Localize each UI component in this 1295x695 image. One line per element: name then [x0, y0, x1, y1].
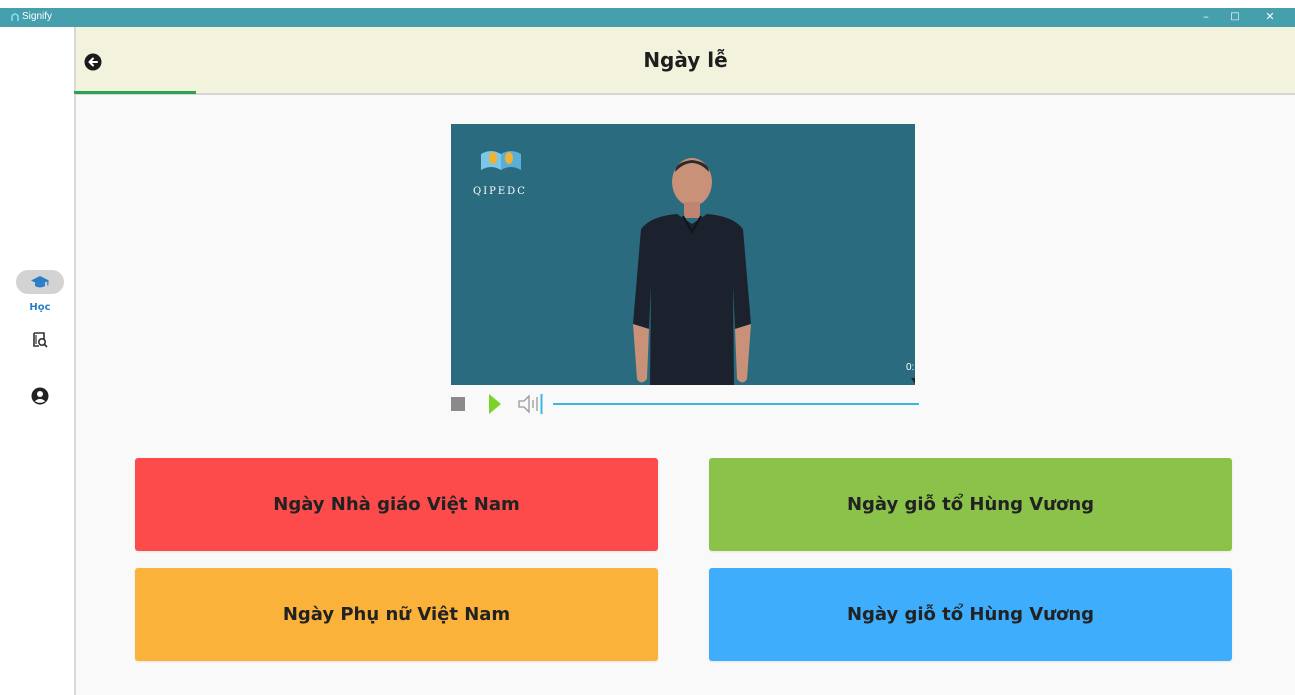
close-button[interactable]: ✕ [1263, 10, 1277, 24]
qipedc-logo [481, 151, 521, 170]
answer-button-4[interactable]: Ngày giỗ tổ Hùng Vương [709, 568, 1232, 661]
video-frame [481, 151, 915, 385]
answer-button-3[interactable]: Ngày Phụ nữ Việt Nam [135, 568, 658, 661]
book-search-icon [33, 332, 48, 348]
play-button[interactable] [488, 393, 502, 415]
lesson-progress-bar [74, 91, 196, 94]
sidebar-item-label: Học [29, 302, 51, 313]
answer-button-1[interactable]: Ngày Nhà giáo Việt Nam [135, 458, 658, 551]
volume-button[interactable] [518, 392, 546, 416]
play-icon [489, 394, 501, 414]
sidebar [0, 27, 74, 695]
answer-label: Ngày giỗ tổ Hùng Vương [846, 494, 1095, 515]
signer-person-figure [633, 158, 751, 385]
answer-button-2[interactable]: Ngày giỗ tổ Hùng Vương [709, 458, 1232, 551]
playhead-marker [911, 378, 915, 384]
page-title: Ngày lễ [643, 48, 728, 72]
minimize-button[interactable]: – [1199, 10, 1213, 24]
window-title-bar: Signify – □ ✕ [0, 8, 1295, 27]
answer-label: Ngày Nhà giáo Việt Nam [273, 494, 520, 515]
user-circle-icon [31, 387, 49, 405]
stop-button[interactable] [450, 396, 466, 412]
answer-label: Ngày giỗ tổ Hùng Vương [846, 604, 1095, 625]
watermark-text: QIPEDC [473, 186, 527, 197]
app-logo-icon [11, 13, 19, 21]
restore-button[interactable]: □ [1228, 10, 1242, 24]
volume-icon [518, 394, 543, 414]
sign-video[interactable]: QIPEDC [451, 124, 915, 385]
seek-track [553, 403, 919, 405]
video-time: 0: [906, 362, 915, 373]
app-name: Signify [22, 11, 53, 22]
graduation-cap-icon [31, 276, 49, 288]
stop-icon [451, 397, 465, 411]
answer-label: Ngày Phụ nữ Việt Nam [282, 604, 511, 625]
seek-slider[interactable] [553, 401, 919, 407]
